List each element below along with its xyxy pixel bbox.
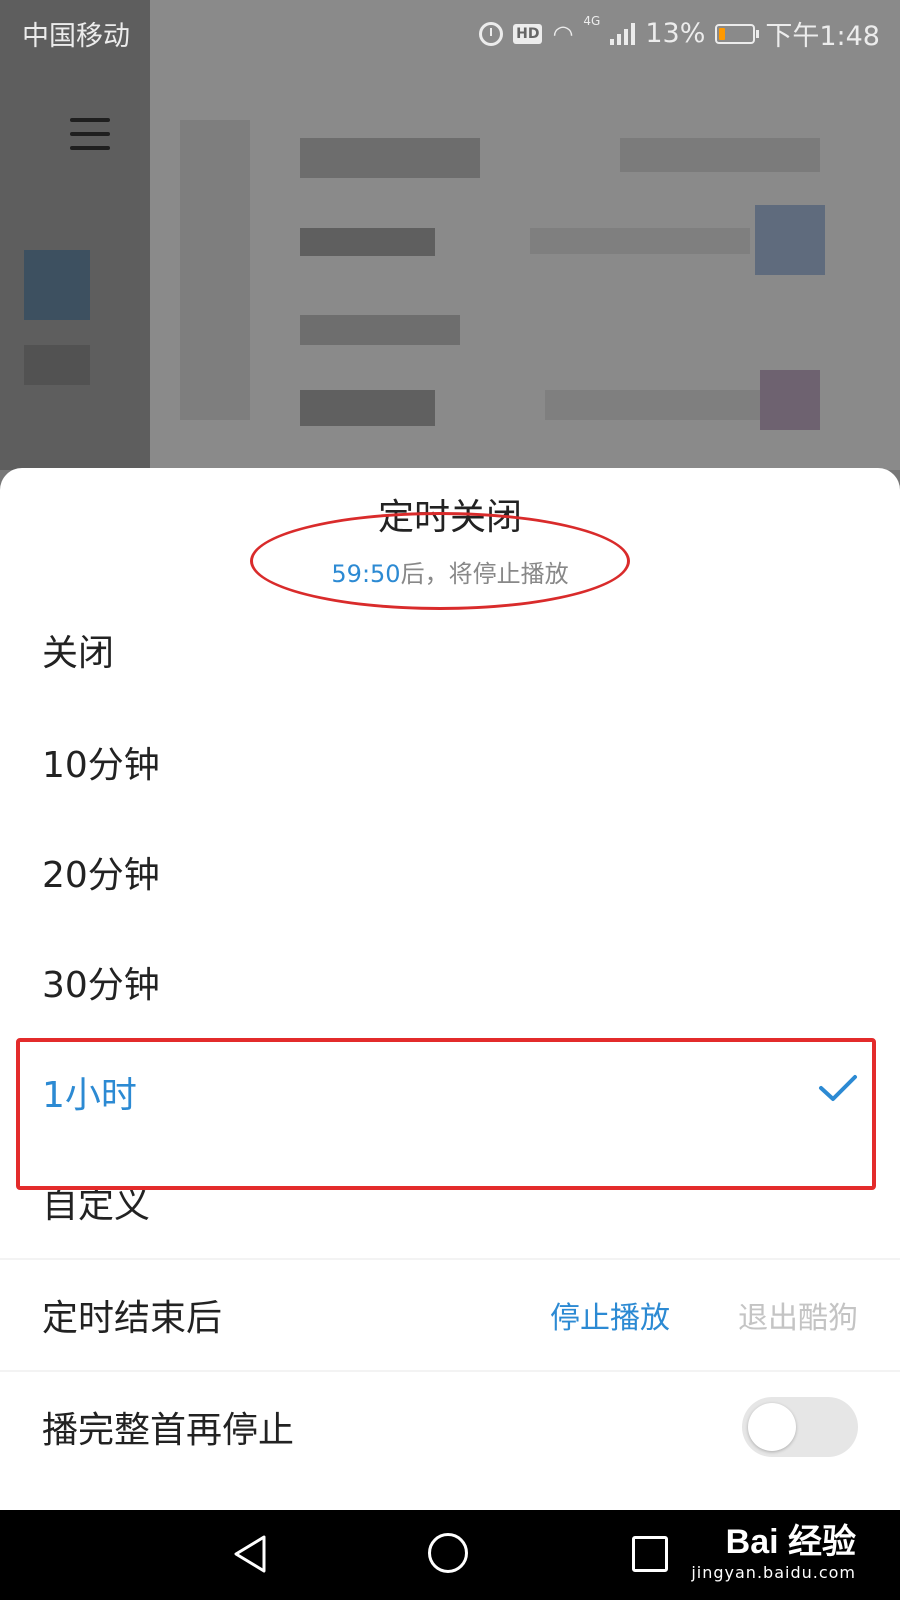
option-label: 关闭 [42,633,115,674]
blurred-text [300,315,460,345]
home-icon[interactable] [428,1533,468,1573]
background-app [0,0,900,470]
blurred-thumbnail [755,205,825,275]
option-30min[interactable]: 30分钟 [0,926,900,1038]
blurred-text [545,390,765,420]
blurred-icon [24,250,90,320]
baidu-watermark: Bai 经验 jingyan.baidu.com [691,1514,856,1582]
recents-icon[interactable] [632,1536,668,1572]
annotation-rectangle [16,1038,876,1190]
signal-icon [610,22,636,45]
blurred-thumbnail [760,370,820,430]
option-label: 20分钟 [42,855,160,896]
finish-song-label: 播完整首再停止 [42,1410,295,1451]
carrier-label: 中国移动 [22,21,130,52]
battery-icon [715,23,760,44]
exit-app-button[interactable]: 退出酷狗 [738,1293,858,1337]
clock: 下午1:48 [765,21,880,52]
blurred-text [620,138,820,172]
alarm-icon [479,21,504,46]
blurred-text [300,138,480,178]
side-panel [0,0,150,470]
watermark-url: jingyan.baidu.com [691,1563,856,1582]
battery-percent: 13% [645,18,706,49]
option-label: 30分钟 [42,965,160,1006]
blurred-text [530,228,750,254]
blurred-text [300,390,435,426]
hamburger-menu-icon[interactable] [70,118,110,152]
navigation-bar: Bai 经验 jingyan.baidu.com [0,1510,900,1600]
back-icon[interactable] [232,1534,268,1574]
stop-playback-button[interactable]: 停止播放 [550,1293,670,1337]
blurred-text [24,345,90,385]
blurred-text [300,228,435,256]
watermark-logo: Bai 经验 [725,1523,856,1561]
option-10min[interactable]: 10分钟 [0,706,900,818]
after-timer-label: 定时结束后 [42,1298,223,1339]
after-timer-row: 定时结束后 停止播放 退出酷狗 [0,1260,900,1370]
hd-icon: HD [513,23,543,44]
status-bar: 中国移动 HD ◠ 4G 13% 下午1:48 [0,0,900,64]
finish-song-row: 播完整首再停止 [0,1372,900,1482]
network-type-label: 4G [583,14,601,28]
finish-song-toggle[interactable] [742,1397,858,1457]
sleep-timer-sheet: 定时关闭 59:50后，将停止播放 关闭 10分钟 20分钟 30分钟 1小时 … [0,468,900,1510]
toggle-knob [748,1403,796,1451]
blurred-avatar-column [180,120,250,420]
option-off[interactable]: 关闭 [0,594,900,706]
option-20min[interactable]: 20分钟 [0,816,900,928]
option-label: 10分钟 [42,745,160,786]
wifi-icon: ◠ [552,19,574,48]
